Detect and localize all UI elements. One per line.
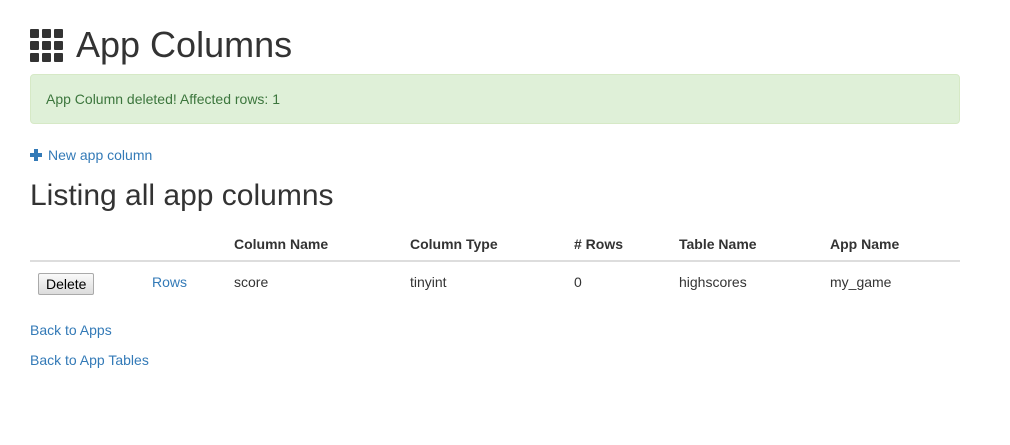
alert-message: App Column deleted! Affected rows: 1: [46, 91, 280, 107]
header-links: [152, 228, 234, 262]
header-table-name: Table Name: [679, 228, 830, 262]
header-row-count: # Rows: [574, 228, 679, 262]
page-header: App Columns: [30, 20, 960, 70]
rows-link-cell: Rows: [152, 261, 234, 302]
new-app-column-link[interactable]: New app column: [30, 146, 960, 164]
header-actions: [30, 228, 152, 262]
app-name-cell: my_game: [830, 274, 892, 290]
table-row: Delete Rows score tinyint 0 highscores m…: [30, 261, 960, 302]
table-header-row: Column Name Column Type # Rows Table Nam…: [30, 228, 960, 262]
table-name-cell: highscores: [679, 274, 747, 290]
rows-link[interactable]: Rows: [152, 274, 187, 290]
row-count-cell: 0: [574, 274, 582, 290]
back-to-app-tables-link[interactable]: Back to App Tables: [30, 350, 960, 370]
success-alert: App Column deleted! Affected rows: 1: [30, 74, 960, 124]
header-column-name: Column Name: [234, 228, 410, 262]
delete-cell: Delete: [30, 261, 152, 302]
grid-icon: [30, 29, 64, 63]
column-type-cell: tinyint: [410, 274, 447, 290]
new-app-column-label: New app column: [48, 147, 153, 163]
back-links: Back to Apps Back to App Tables: [30, 320, 960, 370]
column-name-cell: score: [234, 274, 269, 290]
listing-title: Listing all app columns: [30, 179, 334, 212]
page-title: App Columns: [76, 24, 293, 65]
header-column-type: Column Type: [410, 228, 574, 262]
page-container: App Columns App Column deleted! Affected…: [30, 0, 960, 380]
plus-icon: [30, 149, 42, 161]
delete-button[interactable]: Delete: [38, 273, 95, 295]
header-app-name: App Name: [830, 228, 960, 262]
app-columns-table: Column Name Column Type # Rows Table Nam…: [30, 228, 960, 302]
back-to-apps-link[interactable]: Back to Apps: [30, 320, 960, 340]
